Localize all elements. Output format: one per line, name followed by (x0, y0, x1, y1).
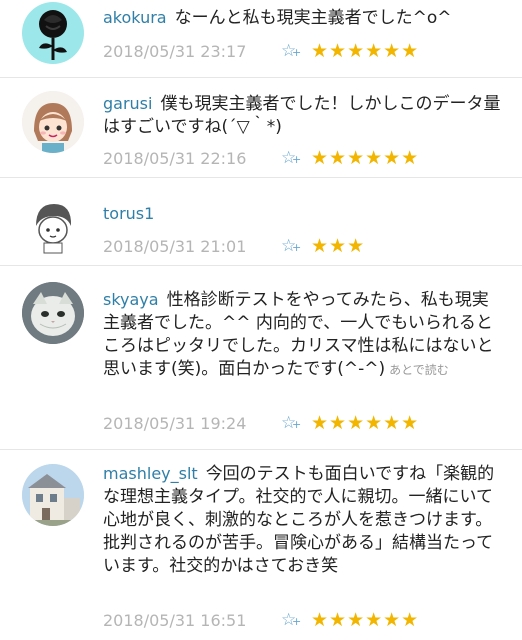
username-link[interactable]: mashley_slt (103, 464, 198, 483)
comment-body: torus1 (103, 202, 504, 226)
star-rating[interactable]: ★★★★★★ (311, 609, 419, 631)
comment-item: torus1 2018/05/31 21:01 ☆ + ★★★ (0, 178, 522, 266)
avatar-mashley-slt[interactable] (22, 464, 84, 526)
avatar-skyaya[interactable] (22, 282, 84, 344)
comment-item: mashley_slt 今回のテストも面白いですね「楽観的な理想主義タイプ。社交的… (0, 450, 522, 640)
star-add-icon[interactable]: ☆ + (281, 41, 311, 61)
comment-date[interactable]: 2018/05/31 21:01 (103, 237, 281, 256)
read-later-link[interactable]: あとで読む (389, 363, 449, 377)
username-link[interactable]: akokura (103, 8, 167, 27)
comment-text: 僕も現実主義者でした！しかしこのデータ量はすごいですね(´▽｀*) (103, 94, 501, 137)
star-add-icon[interactable]: ☆ + (281, 148, 311, 168)
comment-item: garusi 僕も現実主義者でした！しかしこのデータ量はすごいですね(´▽｀*) … (0, 78, 522, 178)
star-rating[interactable]: ★★★ (311, 235, 365, 257)
comment-date[interactable]: 2018/05/31 19:24 (103, 414, 281, 433)
star-add-icon[interactable]: ☆ + (281, 236, 311, 256)
avatar-torus1[interactable] (22, 194, 84, 256)
black-rose-icon (39, 10, 67, 60)
star-add-icon[interactable]: ☆ + (281, 610, 311, 630)
avatar-akokura[interactable] (22, 2, 84, 64)
username-link[interactable]: torus1 (103, 204, 154, 223)
star-add-icon[interactable]: ☆ + (281, 413, 311, 433)
username-link[interactable]: garusi (103, 94, 152, 113)
comment-date[interactable]: 2018/05/31 23:17 (103, 42, 281, 61)
comment-meta: 2018/05/31 22:16 ☆ + ★★★★★★ (103, 145, 419, 171)
star-rating[interactable]: ★★★★★★ (311, 147, 419, 169)
avatar-garusi[interactable] (22, 91, 84, 153)
house-photo-icon (22, 464, 84, 526)
username-link[interactable]: skyaya (103, 290, 159, 309)
comment-meta: 2018/05/31 23:17 ☆ + ★★★★★★ (103, 38, 419, 64)
comment-meta: 2018/05/31 19:24 ☆ + ★★★★★★ (103, 410, 419, 436)
comment-body: garusi 僕も現実主義者でした！しかしこのデータ量はすごいですね(´▽｀*) (103, 92, 504, 139)
comment-date[interactable]: 2018/05/31 22:16 (103, 149, 281, 168)
cat-photo-icon (22, 282, 84, 344)
comment-body: mashley_slt 今回のテストも面白いですね「楽観的な理想主義タイプ。社交的… (103, 462, 504, 578)
comment-meta: 2018/05/31 21:01 ☆ + ★★★ (103, 233, 365, 259)
cartoon-girl-icon (22, 91, 84, 153)
comment-body: akokura なーんと私も現実主義者でした^o^ (103, 6, 504, 30)
comment-body: skyaya 性格診断テストをやってみたら、私も現実主義者でした。^^ 内向的で、… (103, 288, 504, 382)
cartoon-boy-icon (22, 194, 84, 256)
comment-meta: 2018/05/31 16:51 ☆ + ★★★★★★ (103, 607, 419, 633)
comment-item: skyaya 性格診断テストをやってみたら、私も現実主義者でした。^^ 内向的で、… (0, 266, 522, 450)
star-rating[interactable]: ★★★★★★ (311, 412, 419, 434)
star-rating[interactable]: ★★★★★★ (311, 40, 419, 62)
comment-date[interactable]: 2018/05/31 16:51 (103, 611, 281, 630)
comment-item: akokura なーんと私も現実主義者でした^o^ 2018/05/31 23:1… (0, 0, 522, 78)
comment-text: なーんと私も現実主義者でした^o^ (174, 8, 452, 28)
